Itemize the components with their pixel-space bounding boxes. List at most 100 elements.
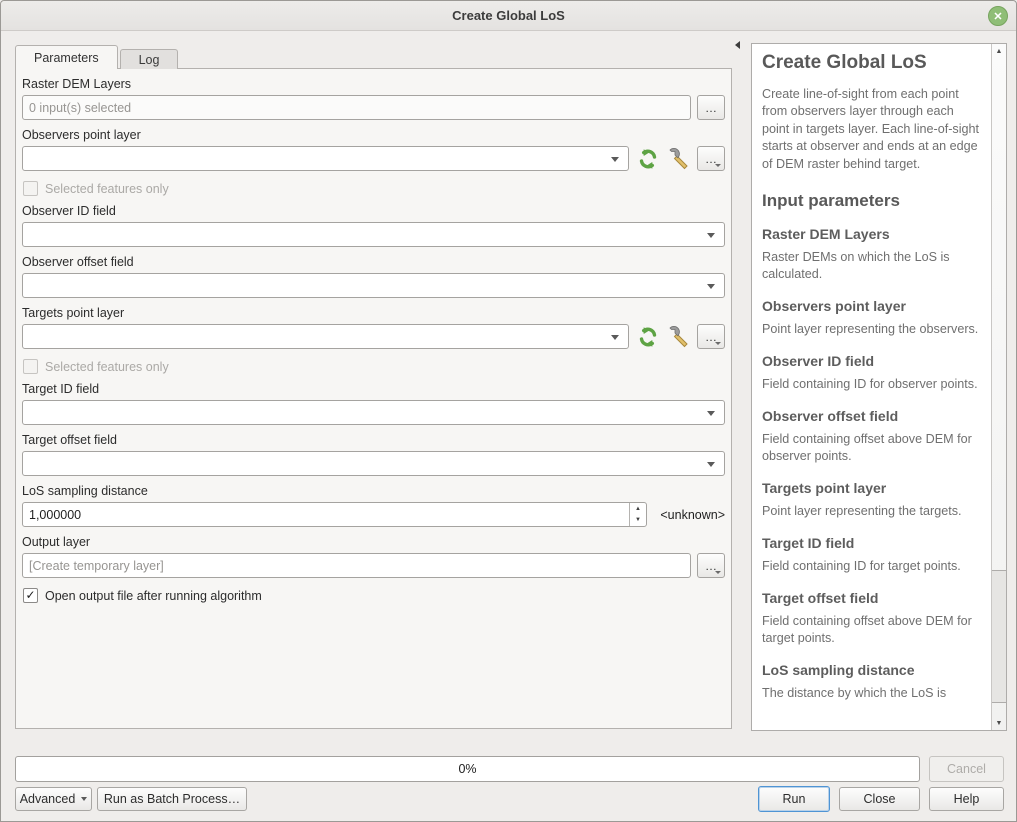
sampling-distance-input[interactable] bbox=[23, 503, 629, 526]
target-id-label: Target ID field bbox=[22, 382, 725, 396]
target-id-row bbox=[22, 400, 725, 425]
panel-collapse-left-icon[interactable] bbox=[735, 41, 740, 49]
help-section-heading: Observer ID field bbox=[762, 353, 981, 369]
raster-dem-browse-button[interactable]: … bbox=[697, 95, 725, 120]
output-layer-browse-button[interactable]: … bbox=[697, 553, 725, 578]
chevron-down-icon bbox=[715, 571, 721, 574]
open-output-checkbox-row[interactable]: ✓ Open output file after running algorit… bbox=[23, 588, 725, 603]
advanced-button-label: Advanced bbox=[20, 792, 76, 806]
observer-offset-row bbox=[22, 273, 725, 298]
sampling-distance-row: ▲ ▼ <unknown> bbox=[22, 502, 725, 527]
chevron-down-icon bbox=[611, 335, 619, 340]
iterate-over-layer-icon[interactable] bbox=[635, 324, 660, 349]
help-section-text: Field containing ID for observer points. bbox=[762, 376, 981, 393]
observers-layer-combobox[interactable] bbox=[22, 146, 629, 171]
tab-log[interactable]: Log bbox=[120, 49, 179, 69]
chevron-down-icon bbox=[707, 233, 715, 238]
observer-offset-label: Observer offset field bbox=[22, 255, 725, 269]
tab-parameters[interactable]: Parameters bbox=[15, 45, 118, 69]
target-offset-label: Target offset field bbox=[22, 433, 725, 447]
scroll-up-icon[interactable]: ▲ bbox=[992, 44, 1006, 58]
observers-layer-browse-button[interactable]: … bbox=[697, 146, 725, 171]
run-as-batch-button[interactable]: Run as Batch Process… bbox=[97, 787, 247, 811]
raster-dem-input[interactable] bbox=[22, 95, 691, 120]
parameters-panel: Raster DEM Layers … Observers point laye… bbox=[15, 68, 732, 729]
help-section-heading: LoS sampling distance bbox=[762, 662, 981, 678]
help-section-text: Point layer representing the targets. bbox=[762, 503, 981, 520]
help-button-label: Help bbox=[954, 792, 980, 806]
run-button[interactable]: Run bbox=[758, 786, 830, 812]
sampling-distance-label: LoS sampling distance bbox=[22, 484, 725, 498]
help-section-text: The distance by which the LoS is bbox=[762, 685, 981, 702]
tab-bar: Parameters Log bbox=[15, 45, 178, 69]
titlebar[interactable]: Create Global LoS ✕ bbox=[1, 1, 1016, 31]
window-title: Create Global LoS bbox=[452, 8, 565, 23]
advanced-button[interactable]: Advanced bbox=[15, 787, 92, 811]
scroll-down-icon[interactable]: ▼ bbox=[992, 716, 1006, 730]
sampling-distance-spinbox[interactable]: ▲ ▼ bbox=[22, 502, 647, 527]
open-output-label: Open output file after running algorithm bbox=[45, 589, 262, 603]
wrench-settings-icon[interactable] bbox=[666, 146, 691, 171]
observer-offset-combobox[interactable] bbox=[22, 273, 725, 298]
sampling-distance-unit: <unknown> bbox=[653, 508, 725, 522]
output-layer-input[interactable] bbox=[22, 553, 691, 578]
tab-parameters-label: Parameters bbox=[34, 51, 99, 65]
targets-layer-row: … bbox=[22, 324, 725, 349]
progress-bar: 0% bbox=[15, 756, 920, 782]
close-button[interactable]: Close bbox=[839, 787, 920, 811]
chevron-down-icon bbox=[707, 462, 715, 467]
observer-id-row bbox=[22, 222, 725, 247]
help-button[interactable]: Help bbox=[929, 787, 1004, 811]
target-offset-combobox[interactable] bbox=[22, 451, 725, 476]
checkbox-checked-icon[interactable]: ✓ bbox=[23, 588, 38, 603]
tab-log-label: Log bbox=[139, 53, 160, 67]
observers-layer-label: Observers point layer bbox=[22, 128, 725, 142]
target-id-combobox[interactable] bbox=[22, 400, 725, 425]
window-close-button[interactable]: ✕ bbox=[988, 6, 1008, 26]
run-as-batch-label: Run as Batch Process… bbox=[104, 792, 240, 806]
progress-label: 0% bbox=[458, 762, 476, 776]
observer-id-combobox[interactable] bbox=[22, 222, 725, 247]
targets-layer-combobox[interactable] bbox=[22, 324, 629, 349]
observer-id-label: Observer ID field bbox=[22, 204, 725, 218]
chevron-down-icon bbox=[715, 342, 721, 345]
close-icon: ✕ bbox=[993, 10, 1002, 23]
help-section-heading: Targets point layer bbox=[762, 480, 981, 496]
run-button-label: Run bbox=[783, 792, 806, 806]
help-section-text: Field containing offset above DEM for ob… bbox=[762, 431, 981, 465]
scrollbar-thumb[interactable] bbox=[992, 570, 1006, 703]
targets-layer-label: Targets point layer bbox=[22, 306, 725, 320]
spinner-buttons: ▲ ▼ bbox=[629, 503, 646, 526]
spin-down-icon[interactable]: ▼ bbox=[630, 515, 646, 527]
chevron-down-icon bbox=[715, 164, 721, 167]
raster-dem-row: … bbox=[22, 95, 725, 120]
observers-selected-only-checkbox-row: Selected features only bbox=[23, 181, 725, 196]
wrench-settings-icon[interactable] bbox=[666, 324, 691, 349]
output-layer-row: … bbox=[22, 553, 725, 578]
ellipsis-icon: … bbox=[705, 101, 717, 115]
iterate-over-layer-icon[interactable] bbox=[635, 146, 660, 171]
help-section-heading: Observer offset field bbox=[762, 408, 981, 424]
spin-up-icon[interactable]: ▲ bbox=[630, 503, 646, 515]
checkbox-unchecked-icon bbox=[23, 359, 38, 374]
target-offset-row bbox=[22, 451, 725, 476]
help-section-text: Raster DEMs on which the LoS is calculat… bbox=[762, 249, 981, 283]
checkbox-unchecked-icon bbox=[23, 181, 38, 196]
help-section-text: Field containing ID for target points. bbox=[762, 558, 981, 575]
close-button-label: Close bbox=[864, 792, 896, 806]
help-section-heading: Target offset field bbox=[762, 590, 981, 606]
help-scrollbar[interactable]: ▲ ▼ bbox=[991, 44, 1006, 730]
chevron-down-icon bbox=[707, 411, 715, 416]
help-section-heading: Raster DEM Layers bbox=[762, 226, 981, 242]
help-content: Create Global LoS Create line-of-sight f… bbox=[752, 44, 991, 730]
observers-layer-row: … bbox=[22, 146, 725, 171]
help-panel: Create Global LoS Create line-of-sight f… bbox=[751, 43, 1007, 731]
targets-layer-browse-button[interactable]: … bbox=[697, 324, 725, 349]
targets-selected-only-label: Selected features only bbox=[45, 360, 169, 374]
help-section-heading: Observers point layer bbox=[762, 298, 981, 314]
chevron-down-icon bbox=[611, 157, 619, 162]
help-section-text: Point layer representing the observers. bbox=[762, 321, 981, 338]
help-section-heading: Target ID field bbox=[762, 535, 981, 551]
observers-selected-only-label: Selected features only bbox=[45, 182, 169, 196]
cancel-button: Cancel bbox=[929, 756, 1004, 782]
